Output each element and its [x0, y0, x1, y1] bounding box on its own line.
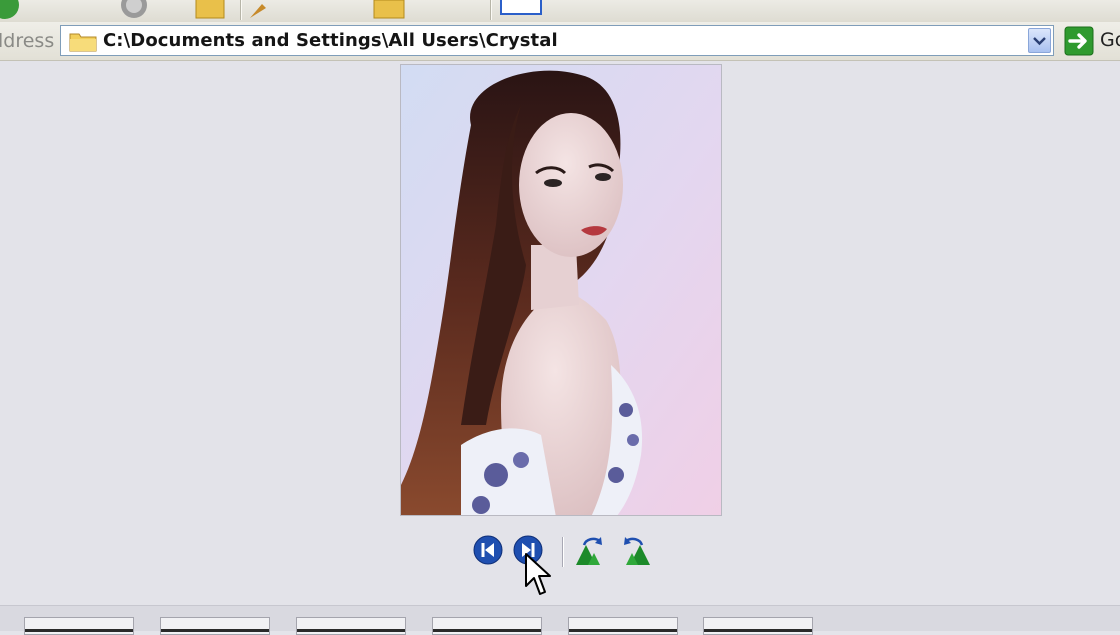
go-button[interactable] — [1064, 26, 1094, 60]
address-label: ldress — [0, 30, 55, 52]
go-label[interactable]: Go — [1100, 29, 1120, 51]
photo-preview — [400, 64, 722, 516]
standard-toolbar — [0, 0, 1120, 23]
mouse-cursor-icon — [525, 553, 551, 595]
image-viewer — [0, 61, 1120, 605]
filmstrip-thumbnail[interactable] — [568, 617, 678, 635]
rotate-clockwise-button[interactable] — [574, 535, 608, 567]
chevron-down-icon — [1033, 37, 1046, 46]
filmstrip-thumbnail[interactable] — [160, 617, 270, 635]
previous-image-button[interactable] — [473, 535, 503, 565]
controls-separator — [562, 537, 564, 567]
rotate-counterclockwise-button[interactable] — [618, 535, 652, 567]
address-dropdown-button[interactable] — [1028, 28, 1051, 53]
folders-icon[interactable] — [194, 0, 226, 20]
copy-to-icon[interactable] — [372, 0, 406, 20]
views-icon[interactable] — [500, 0, 542, 16]
search-icon[interactable] — [116, 0, 152, 20]
filmstrip-thumbnail[interactable] — [432, 617, 542, 635]
filmstrip-thumbnail[interactable] — [703, 617, 813, 635]
address-path[interactable]: C:\Documents and Settings\All Users\Crys… — [103, 30, 558, 51]
address-input[interactable]: C:\Documents and Settings\All Users\Crys… — [60, 25, 1054, 56]
filmstrip-thumbnail[interactable] — [296, 617, 406, 635]
toolbar-separator — [240, 0, 242, 20]
back-icon[interactable] — [0, 0, 22, 20]
folder-icon — [69, 33, 97, 52]
toolbar-separator — [490, 0, 492, 20]
go-arrow-icon — [1064, 26, 1094, 56]
move-to-icon[interactable] — [248, 0, 270, 20]
filmstrip-thumbnail[interactable] — [24, 617, 134, 635]
address-bar: ldress C:\Documents and Settings\All Use… — [0, 22, 1120, 61]
filmstrip — [0, 605, 1120, 635]
portrait-image — [401, 65, 721, 515]
